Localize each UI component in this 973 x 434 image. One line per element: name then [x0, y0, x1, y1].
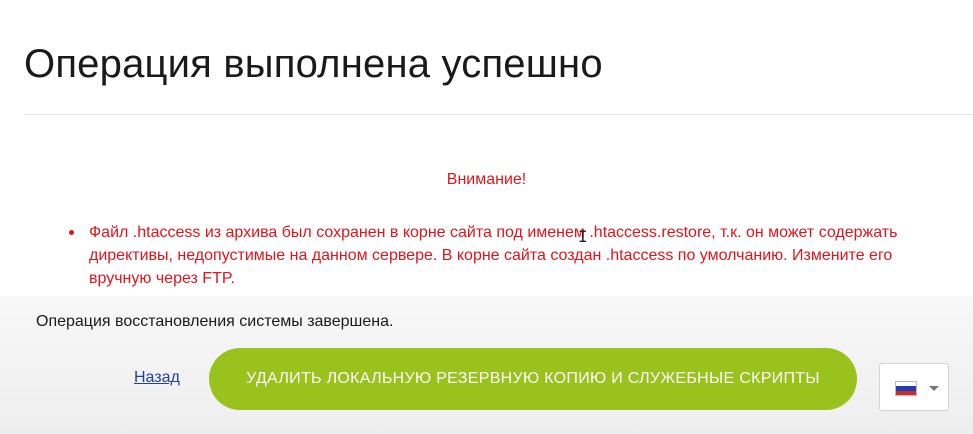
warning-title: Внимание! — [446, 171, 527, 188]
back-link[interactable]: Назад — [134, 369, 180, 387]
text-cursor-icon: I — [578, 227, 588, 246]
page-title: Операция выполнена успешно — [24, 42, 603, 86]
language-select[interactable] — [879, 363, 949, 411]
delete-backup-button[interactable]: Удалить локальную резервную копию и служ… — [209, 348, 857, 410]
divider — [24, 114, 973, 115]
bullet-icon — [69, 230, 74, 235]
status-text: Операция восстановления системы завершен… — [36, 313, 394, 330]
russian-flag-icon — [895, 381, 917, 396]
warning-item-text: Файл .htaccess из архива был сохранен в … — [89, 224, 898, 287]
warning-item: Файл .htaccess из архива был сохранен в … — [69, 221, 949, 290]
page: Операция выполнена успешно Внимание! Фай… — [0, 0, 973, 434]
warning-list: Файл .htaccess из архива был сохранен в … — [69, 221, 949, 290]
flag-stripe-red — [896, 390, 916, 395]
chevron-down-icon — [929, 386, 939, 391]
